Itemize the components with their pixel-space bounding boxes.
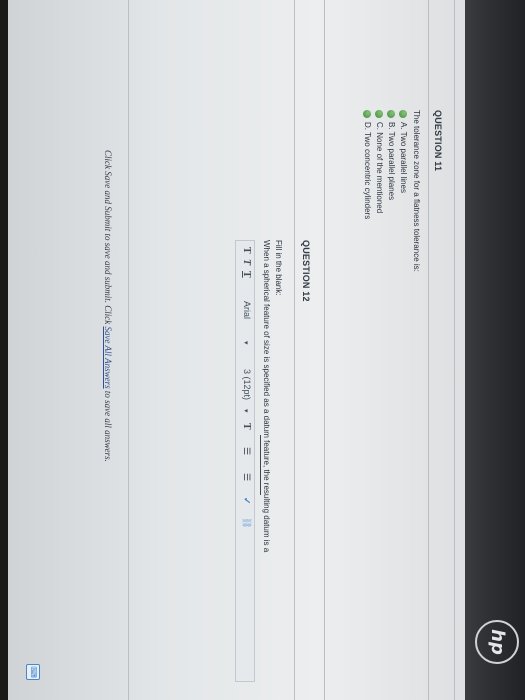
divider xyxy=(324,0,325,700)
italic-button[interactable]: T xyxy=(241,259,252,265)
question-12-heading: QUESTION 12 xyxy=(301,240,311,302)
editor-toolbar: T T T Arial ▾ 3 (12pt) ▾ T ☰ ☰ ✓ ⛓ xyxy=(235,240,255,682)
font-family-select[interactable]: Arial xyxy=(242,301,252,319)
underline-button[interactable]: T xyxy=(241,271,252,278)
radio-option-a[interactable] xyxy=(399,110,407,118)
option-b-label: B. Two parallel planes xyxy=(387,122,396,201)
save-all-answers-link[interactable]: Save All Answers xyxy=(103,326,113,388)
dropdown-arrow-icon[interactable]: ▾ xyxy=(242,409,250,413)
font-size-select[interactable]: 3 (12pt) xyxy=(242,369,252,400)
text-color-button[interactable]: T xyxy=(241,423,252,430)
question-11-prompt: The tolerance zone for a flatness tolera… xyxy=(412,110,421,272)
bullet-list-icon[interactable]: ☰ xyxy=(241,447,252,455)
question-11-heading: QUESTION 11 xyxy=(433,110,443,172)
hp-logo: hp xyxy=(475,620,519,664)
option-a-label: A. Two parallel lines xyxy=(399,122,408,193)
divider xyxy=(454,0,455,700)
footer-suffix: to save all answers. xyxy=(103,390,113,462)
laptop-bezel: hp xyxy=(465,0,525,700)
option-c-label: C. None of the mentioned xyxy=(375,122,384,214)
divider xyxy=(428,0,429,700)
radio-option-c[interactable] xyxy=(375,110,383,118)
question-12-prompt: When a spherical feature of size is spec… xyxy=(262,240,271,553)
link-icon[interactable]: ⛓ xyxy=(241,517,252,528)
radio-option-d[interactable] xyxy=(363,110,371,118)
radio-option-b[interactable] xyxy=(387,110,395,118)
option-d-label: D. Two concentric cylinders xyxy=(363,122,372,220)
footer-prefix: Click Save and Submit to save and submit… xyxy=(103,150,113,325)
rotated-page: hp QUESTION 11 The tolerance zone for a … xyxy=(0,0,525,700)
spellcheck-icon[interactable]: ✓ xyxy=(241,497,252,505)
answer-blank-line xyxy=(260,435,261,495)
numbered-list-icon[interactable]: ☰ xyxy=(241,473,252,481)
keyboard-icon[interactable]: ⌨ xyxy=(26,664,40,680)
bold-button[interactable]: T xyxy=(241,247,252,254)
save-instructions: Click Save and Submit to save and submit… xyxy=(103,150,113,462)
divider xyxy=(128,0,129,700)
dropdown-arrow-icon[interactable]: ▾ xyxy=(242,341,250,345)
question-12-instruction: Fill in the blank: xyxy=(274,240,283,296)
divider xyxy=(294,0,295,700)
